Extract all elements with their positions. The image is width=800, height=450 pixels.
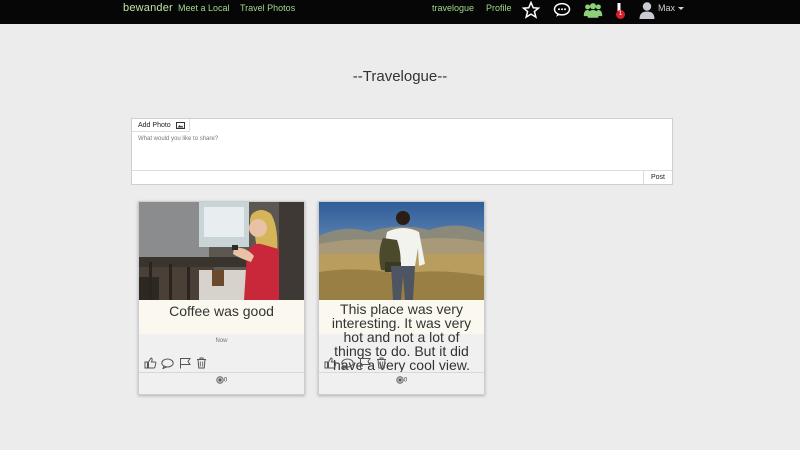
star-icon[interactable] — [522, 1, 540, 19]
share-textarea[interactable] — [132, 132, 672, 171]
like-icon[interactable] — [324, 357, 337, 369]
user-menu[interactable]: Max — [658, 3, 675, 13]
nav-travel-photos[interactable]: Travel Photos — [240, 3, 295, 13]
view-count: 0 — [319, 376, 484, 384]
view-count: 0 — [139, 376, 304, 384]
group-icon[interactable] — [583, 1, 603, 19]
post-card: This place was very interesting. It was … — [318, 201, 485, 395]
eye-icon — [216, 376, 224, 384]
image-icon — [176, 122, 185, 129]
add-photo-button[interactable]: Add Photo — [132, 119, 190, 132]
brand-logo[interactable]: bewander — [123, 2, 173, 14]
post-time: Now — [215, 338, 228, 344]
post-card: Coffee was good Now 0 — [138, 201, 305, 395]
post-composer: Add Photo Post — [131, 118, 673, 185]
view-count-value: 0 — [223, 377, 228, 384]
comment-icon[interactable] — [161, 358, 174, 369]
post-caption: Coffee was good — [169, 303, 274, 319]
divider — [139, 372, 304, 373]
add-photo-label: Add Photo — [138, 122, 171, 129]
nav-travelogue[interactable]: travelogue — [432, 3, 474, 13]
flag-icon[interactable] — [179, 357, 192, 369]
nav-meet-a-local[interactable]: Meet a Local — [178, 3, 230, 13]
eye-icon — [396, 376, 404, 384]
divider — [319, 372, 484, 373]
user-icon[interactable] — [639, 1, 655, 19]
like-icon[interactable] — [144, 357, 157, 369]
delete-icon[interactable] — [196, 357, 207, 369]
notification-badge: 1 — [616, 10, 625, 19]
post-photo[interactable] — [139, 202, 304, 300]
chat-icon[interactable] — [553, 2, 571, 18]
nav-profile[interactable]: Profile — [486, 3, 512, 13]
page-title: --Travelogue-- — [352, 68, 448, 85]
top-navbar: bewander Meet a Local Travel Photos trav… — [0, 0, 800, 24]
chevron-down-icon[interactable] — [678, 7, 684, 10]
flag-icon[interactable] — [359, 357, 372, 369]
comment-icon[interactable] — [341, 358, 354, 369]
view-count-value: 0 — [403, 377, 408, 384]
delete-icon[interactable] — [376, 357, 387, 369]
post-button[interactable]: Post — [643, 171, 672, 184]
post-photo[interactable] — [319, 202, 484, 300]
